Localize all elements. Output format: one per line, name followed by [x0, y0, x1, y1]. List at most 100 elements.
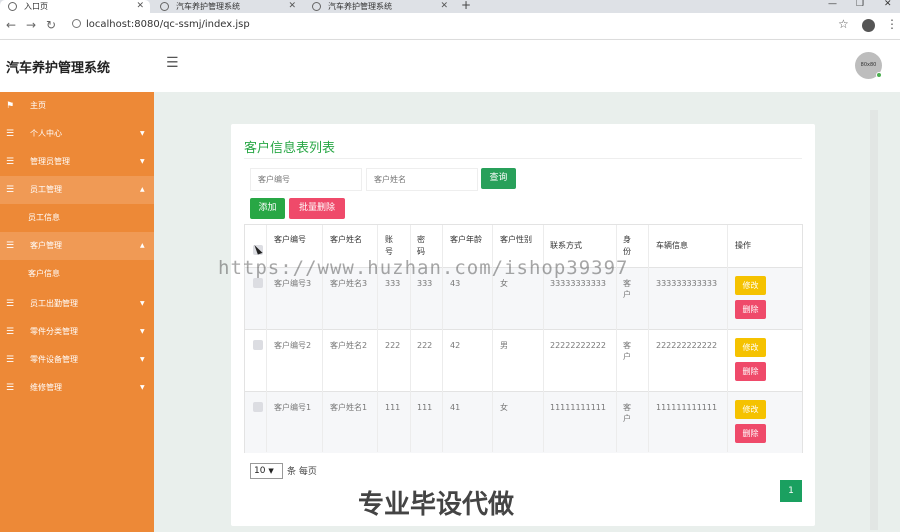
chevron-down-icon: ▼ [140, 328, 145, 335]
delete-button[interactable]: 删除 [735, 362, 766, 381]
column-header: 操作 [735, 241, 751, 250]
window-close-icon[interactable]: ✕ [884, 0, 892, 9]
chevron-down-icon: ▼ [140, 158, 145, 165]
sidebar-item-personal-center[interactable]: ☰ 个人中心 ▼ [0, 120, 154, 148]
cell-gender: 女 [500, 279, 508, 288]
cell-role: 客户 [623, 403, 631, 423]
cell-customer-name: 客户姓名2 [330, 341, 368, 350]
sidebar-item-attendance-management[interactable]: ☰ 员工出勤管理 ▼ [0, 290, 154, 318]
app-header: 汽车养护管理系统 ☰ 80x80 [0, 40, 900, 92]
sidebar-item-employee-management[interactable]: ☰ 员工管理 ▲ [0, 176, 154, 204]
list-icon: ☰ [6, 157, 15, 167]
chevron-down-icon: ▼ [140, 300, 145, 307]
sidebar-item-repair-management[interactable]: ☰ 维修管理 ▼ [0, 374, 154, 402]
sidebar-item-home[interactable]: ⚑ 主页 [0, 92, 154, 120]
slogan-watermark: 专业毕设代做 [358, 490, 515, 520]
back-icon[interactable]: ← [6, 18, 16, 32]
cell-account: 333 [385, 279, 401, 288]
list-icon: ☰ [6, 355, 15, 365]
list-icon: ☰ [6, 129, 15, 139]
chevron-up-icon: ▲ [140, 242, 145, 249]
sidebar-item-employee-info[interactable]: 员工信息 [0, 204, 154, 232]
list-icon: ☰ [6, 383, 15, 393]
hamburger-menu-icon[interactable]: ☰ [166, 55, 179, 71]
row-checkbox[interactable] [253, 278, 263, 288]
cell-phone: 11111111111 [550, 403, 606, 412]
browser-tab[interactable]: 汽车养护管理系统 ✕ [304, 0, 454, 13]
avatar[interactable]: 80x80 [855, 52, 882, 79]
cell-role: 客户 [623, 279, 631, 299]
column-divider [727, 225, 728, 452]
sidebar-item-customer-info[interactable]: 客户信息 [0, 260, 154, 288]
cell-age: 41 [450, 403, 461, 412]
cell-customer-name: 客户姓名1 [330, 403, 368, 412]
close-icon[interactable]: ✕ [440, 0, 448, 13]
globe-icon [8, 2, 17, 11]
list-icon: ☰ [6, 327, 15, 337]
url-field[interactable]: localhost:8080/qc-ssmj/index.jsp [72, 19, 250, 30]
cell-phone: 33333333333 [550, 279, 606, 288]
cell-customer-no: 客户编号2 [274, 341, 312, 350]
row-checkbox[interactable] [253, 340, 263, 350]
chevron-down-icon: ▼ [268, 467, 274, 475]
bookmark-star-icon[interactable]: ☆ [838, 17, 849, 31]
customer-no-input[interactable] [250, 168, 362, 191]
page-scrollbar[interactable] [870, 110, 878, 530]
cell-vehicle: 333333333333 [656, 279, 718, 288]
page-size-select[interactable]: 10 ▼ [250, 463, 283, 479]
edit-button[interactable]: 修改 [735, 400, 766, 419]
restore-icon[interactable]: ❐ [856, 0, 864, 9]
cell-password: 222 [417, 341, 433, 350]
page-title: 客户信息表列表 [244, 141, 336, 156]
profile-icon[interactable] [862, 19, 875, 32]
sidebar-item-admin-management[interactable]: ☰ 管理员管理 ▼ [0, 148, 154, 176]
table-row: 客户编号1 客户姓名1 111 111 41 女 11111111111 客户 … [245, 391, 802, 453]
list-icon: ☰ [6, 185, 15, 195]
cell-gender: 男 [500, 341, 508, 350]
globe-icon [312, 2, 321, 11]
close-icon[interactable]: ✕ [288, 0, 296, 13]
delete-button[interactable]: 删除 [735, 424, 766, 443]
close-icon[interactable]: ✕ [136, 0, 144, 13]
browser-tab[interactable]: 入口页 ✕ [0, 0, 150, 13]
chevron-down-icon: ▼ [140, 384, 145, 391]
delete-button[interactable]: 删除 [735, 300, 766, 319]
cell-account: 111 [385, 403, 401, 412]
cell-customer-no: 客户编号1 [274, 403, 312, 412]
query-button[interactable]: 查询 [481, 168, 516, 189]
divider [244, 158, 802, 159]
forward-icon[interactable]: → [26, 18, 36, 32]
cell-password: 111 [417, 403, 433, 412]
customer-name-input[interactable] [366, 168, 478, 191]
sidebar: ⚑ 主页 ☰ 个人中心 ▼ ☰ 管理员管理 ▼ ☰ 员工管理 ▲ 员工信息 ☰ … [0, 92, 154, 532]
add-button[interactable]: 添加 [250, 198, 285, 219]
sidebar-item-parts-equipment-management[interactable]: ☰ 零件设备管理 ▼ [0, 346, 154, 374]
minimize-icon[interactable]: — [828, 0, 837, 9]
menu-kebab-icon[interactable]: ⋮ [886, 17, 898, 31]
app-brand: 汽车养护管理系统 [6, 61, 111, 76]
browser-tab[interactable]: 汽车养护管理系统 ✕ [152, 0, 302, 13]
new-tab-button[interactable]: + [461, 0, 471, 12]
cell-age: 43 [450, 279, 461, 288]
pagination-page[interactable]: 1 [780, 480, 802, 502]
cell-vehicle: 111111111111 [656, 403, 718, 412]
cell-password: 333 [417, 279, 433, 288]
sidebar-item-part-category-management[interactable]: ☰ 零件分类管理 ▼ [0, 318, 154, 346]
row-checkbox[interactable] [253, 402, 263, 412]
cell-vehicle: 222222222222 [656, 341, 718, 350]
flag-icon: ⚑ [6, 101, 15, 111]
browser-tab-bar: 入口页 ✕ 汽车养护管理系统 ✕ 汽车养护管理系统 ✕ + — ❐ ✕ [0, 0, 900, 13]
reload-icon[interactable]: ↻ [46, 18, 56, 32]
cell-gender: 女 [500, 403, 508, 412]
page-size-label: 条 每页 [287, 467, 317, 477]
globe-icon [160, 2, 169, 11]
list-icon: ☰ [6, 299, 15, 309]
online-status-dot [876, 72, 882, 78]
chevron-down-icon: ▼ [140, 130, 145, 137]
chevron-down-icon: ▼ [140, 356, 145, 363]
cell-customer-name: 客户姓名3 [330, 279, 368, 288]
sidebar-item-customer-management[interactable]: ☰ 客户管理 ▲ [0, 232, 154, 260]
batch-delete-button[interactable]: 批量删除 [289, 198, 345, 219]
edit-button[interactable]: 修改 [735, 338, 766, 357]
edit-button[interactable]: 修改 [735, 276, 766, 295]
